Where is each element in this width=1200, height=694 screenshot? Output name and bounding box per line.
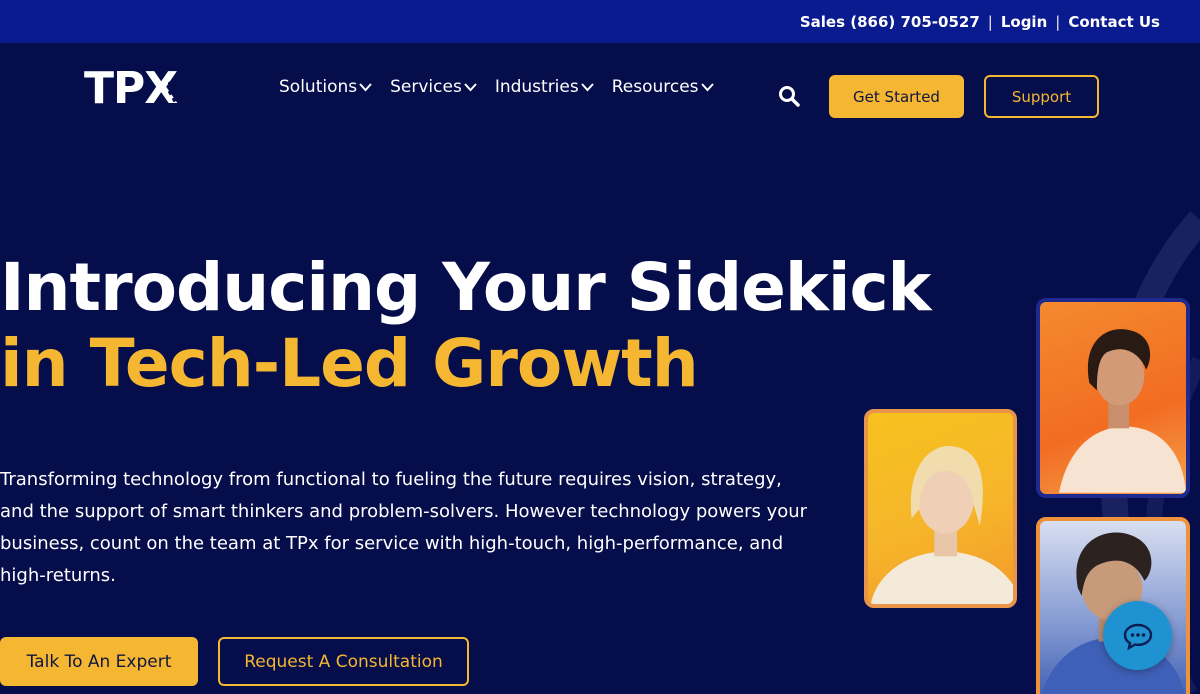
login-link[interactable]: Login	[1001, 13, 1047, 31]
person-photo-smiling-man	[1036, 517, 1190, 694]
chevron-down-icon	[580, 83, 594, 92]
nav-item-industries[interactable]: Industries	[495, 77, 594, 97]
chevron-down-icon	[700, 83, 714, 92]
hero-title: Introducing Your Sidekick in Tech-Led Gr…	[0, 249, 931, 402]
hero-description: Transforming technology from functional …	[0, 469, 808, 586]
sales-phone-link[interactable]: Sales (866) 705-0527	[800, 13, 980, 31]
contact-us-link[interactable]: Contact Us	[1068, 13, 1160, 31]
request-consultation-button[interactable]: Request A Consultation	[218, 637, 469, 686]
logo-stripes-icon	[168, 63, 216, 103]
support-button[interactable]: Support	[984, 75, 1099, 118]
nav-item-resources[interactable]: Resources	[612, 77, 714, 97]
search-icon[interactable]	[778, 85, 800, 107]
main-navigation: TPX Solutions Services Industries Resour…	[0, 43, 1200, 143]
nav-item-label: Industries	[494, 77, 579, 97]
logo-text: TPX	[84, 63, 178, 114]
hero-title-line2: in Tech-Led Growth	[0, 325, 699, 402]
person-photo-smiling-woman	[1036, 298, 1190, 498]
separator: |	[1055, 12, 1061, 31]
hero-title-line1: Introducing Your Sidekick	[0, 249, 931, 326]
nav-item-label: Resources	[611, 77, 699, 97]
chat-button[interactable]	[1103, 601, 1172, 670]
person-photo-blonde-woman	[864, 409, 1017, 608]
tpx-logo[interactable]: TPX	[84, 63, 216, 115]
nav-item-label: Solutions	[279, 77, 358, 97]
nav-menu: Solutions Services Industries Resources	[279, 77, 714, 97]
nav-item-label: Services	[390, 77, 462, 97]
nav-item-services[interactable]: Services	[390, 77, 477, 97]
chevron-down-icon	[464, 83, 477, 92]
nav-item-solutions[interactable]: Solutions	[279, 77, 372, 97]
get-started-button[interactable]: Get Started	[829, 75, 964, 118]
chat-bubble-icon	[1123, 623, 1152, 650]
talk-to-expert-button[interactable]: Talk To An Expert	[0, 637, 198, 686]
separator: |	[987, 12, 993, 31]
top-utility-bar: Sales (866) 705-0527 | Login | Contact U…	[0, 0, 1200, 43]
chevron-down-icon	[359, 83, 372, 92]
